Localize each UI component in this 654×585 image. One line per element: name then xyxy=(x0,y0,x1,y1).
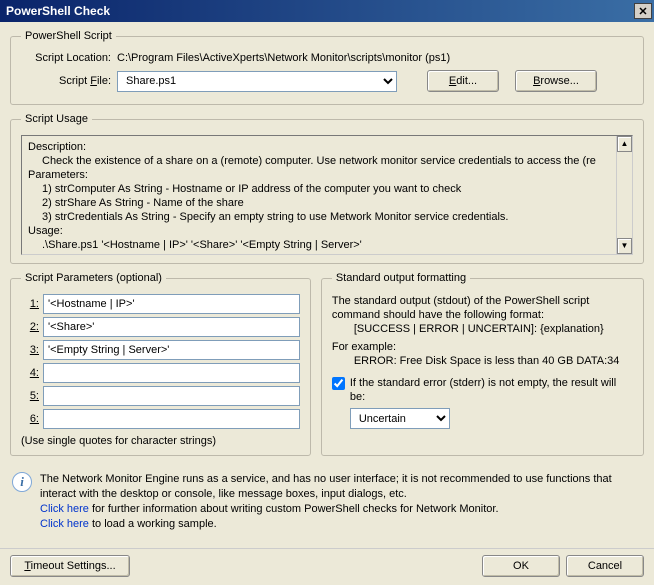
edit-button[interactable]: Edit... xyxy=(427,70,499,92)
param-label-3: 3: xyxy=(21,344,39,356)
timeout-settings-button[interactable]: Timeout Settings... xyxy=(10,555,130,577)
script-file-label: Script File: xyxy=(21,75,111,87)
info-text2: for further information about writing cu… xyxy=(89,503,499,515)
stderr-result-select[interactable]: Uncertain xyxy=(350,408,450,429)
param-label-1: 1: xyxy=(21,298,39,310)
script-parameters-legend: Script Parameters (optional) xyxy=(21,272,166,284)
param-label-6: 6: xyxy=(21,413,39,425)
stderr-label: If the standard error (stderr) is not em… xyxy=(350,377,616,403)
powershell-script-legend: PowerShell Script xyxy=(21,30,116,42)
script-file-select[interactable]: Share.ps1 xyxy=(117,71,397,92)
param-input-5[interactable] xyxy=(43,386,300,406)
script-location-value: C:\Program Files\ActiveXperts\Network Mo… xyxy=(117,52,450,64)
param-label-2: 2: xyxy=(21,321,39,333)
info-text: The Network Monitor Engine runs as a ser… xyxy=(40,472,642,532)
param-label-4: 4: xyxy=(21,367,39,379)
usage-desc-label: Description: xyxy=(28,140,626,154)
info-text1: The Network Monitor Engine runs as a ser… xyxy=(40,473,612,500)
output-line1: The standard output (stdout) of the Powe… xyxy=(332,294,633,322)
info-text3: to load a working sample. xyxy=(89,518,217,530)
info-link-sample[interactable]: Click here xyxy=(40,518,89,530)
cancel-button[interactable]: Cancel xyxy=(566,555,644,577)
scroll-down-icon[interactable]: ▼ xyxy=(617,238,632,254)
output-formatting-legend: Standard output formatting xyxy=(332,272,470,284)
param-label-5: 5: xyxy=(21,390,39,402)
script-usage-group: Script Usage Description: Check the exis… xyxy=(10,113,644,264)
usage-usage-text: .\Share.ps1 '<Hostname | IP>' '<Share>' … xyxy=(28,238,626,252)
usage-sample-label: Sample: xyxy=(28,252,626,255)
script-location-label: Script Location: xyxy=(21,52,111,64)
close-button[interactable]: ✕ xyxy=(634,3,652,19)
stderr-checkbox[interactable] xyxy=(332,377,345,390)
script-usage-legend: Script Usage xyxy=(21,113,92,125)
param-input-4[interactable] xyxy=(43,363,300,383)
usage-textarea: Description: Check the existence of a sh… xyxy=(21,135,633,255)
param-input-6[interactable] xyxy=(43,409,300,429)
output-example-label: For example: xyxy=(332,340,633,354)
usage-usage-label: Usage: xyxy=(28,224,626,238)
bottom-bar: Timeout Settings... OK Cancel xyxy=(0,548,654,585)
param-input-2[interactable] xyxy=(43,317,300,337)
usage-scrollbar[interactable]: ▲ ▼ xyxy=(616,136,632,254)
info-icon: i xyxy=(12,472,32,492)
ok-button[interactable]: OK xyxy=(482,555,560,577)
titlebar: PowerShell Check ✕ xyxy=(0,0,654,22)
script-parameters-group: Script Parameters (optional) 1: 2: 3: 4:… xyxy=(10,272,311,456)
scroll-up-icon[interactable]: ▲ xyxy=(617,136,632,152)
output-formatting-group: Standard output formatting The standard … xyxy=(321,272,644,456)
params-hint: (Use single quotes for character strings… xyxy=(21,435,300,447)
close-icon: ✕ xyxy=(638,5,647,18)
param-input-1[interactable] xyxy=(43,294,300,314)
usage-param3: 3) strCredentials As String - Specify an… xyxy=(28,210,626,224)
usage-desc-text: Check the existence of a share on a (rem… xyxy=(28,154,626,168)
usage-param2: 2) strShare As String - Name of the shar… xyxy=(28,196,626,210)
browse-button[interactable]: Browse... xyxy=(515,70,597,92)
powershell-script-group: PowerShell Script Script Location: C:\Pr… xyxy=(10,30,644,105)
param-input-3[interactable] xyxy=(43,340,300,360)
window-title: PowerShell Check xyxy=(6,4,634,18)
output-example-text: ERROR: Free Disk Space is less than 40 G… xyxy=(332,354,633,368)
output-line2: [SUCCESS | ERROR | UNCERTAIN]: {explanat… xyxy=(332,322,633,336)
usage-params-label: Parameters: xyxy=(28,168,626,182)
info-section: i The Network Monitor Engine runs as a s… xyxy=(10,468,644,536)
info-link-further[interactable]: Click here xyxy=(40,503,89,515)
usage-param1: 1) strComputer As String - Hostname or I… xyxy=(28,182,626,196)
